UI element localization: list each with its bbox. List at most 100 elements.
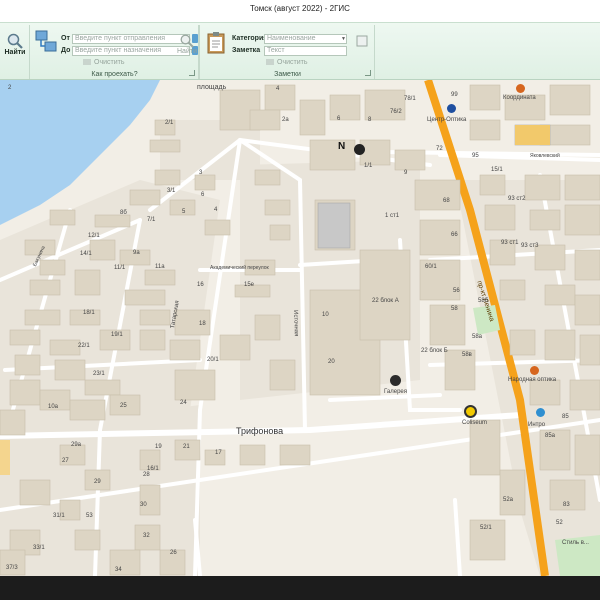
house-number: 52 — [556, 520, 563, 526]
compass-icon[interactable] — [354, 144, 365, 155]
search-button-label: Найти — [4, 49, 26, 56]
street-label-square: площадь — [197, 84, 227, 91]
street-label-akademicheskiy: Академический переулок — [210, 265, 269, 271]
place-label-koordinata: Координата — [503, 95, 536, 101]
optics-icon[interactable] — [447, 104, 456, 113]
house-number: 93 ст1 — [501, 240, 519, 246]
route-icon — [35, 30, 57, 52]
house-number: 8 — [368, 117, 372, 123]
house-number: 7/1 — [147, 217, 156, 223]
street-label-istochnaya: Источная — [292, 310, 299, 337]
street-label-trifonova: Трифонова — [236, 426, 284, 436]
house-number: 27 — [62, 458, 69, 464]
house-number: 29 — [94, 479, 101, 485]
place-label-stil: Стиль в... — [562, 540, 589, 546]
place-label-narodnaya-optika: Народная оптика — [508, 377, 557, 383]
house-number: 24 — [180, 400, 187, 406]
house-number: 58в — [462, 352, 472, 358]
house-number: 6 — [201, 192, 205, 198]
note-category-label: Категория — [232, 35, 268, 42]
route-to-input[interactable]: Введите пункт назначения — [72, 46, 190, 56]
note-add-button[interactable] — [351, 34, 373, 48]
note-text-label: Заметка — [232, 47, 261, 54]
search-group: Найти — [0, 25, 30, 79]
house-number: 11а — [155, 264, 165, 270]
house-number: 10 — [322, 312, 329, 318]
note-text-input[interactable]: Текст — [264, 46, 347, 56]
house-number: 22/1 — [78, 343, 90, 349]
house-number: 60/1 — [425, 264, 437, 270]
note-clear-button[interactable]: Очистить — [266, 59, 307, 66]
house-number: 12/1 — [88, 233, 100, 239]
window-title: Томск (август 2022) - 2ГИС — [250, 4, 350, 13]
notes-group-label: Заметки — [274, 71, 301, 78]
house-number: 4 — [214, 207, 218, 213]
house-number: 29а — [71, 442, 82, 448]
house-number: 22 блок Б — [421, 348, 448, 354]
house-number: 85а — [545, 433, 556, 439]
route-clear-button[interactable]: Очистить — [83, 59, 124, 66]
house-number: 56 — [453, 288, 460, 294]
house-number: 17 — [215, 450, 222, 456]
house-number: 31/1 — [53, 513, 65, 519]
house-number: 26 — [170, 550, 177, 556]
magnifier-icon — [7, 33, 23, 49]
house-number: 15/1 — [491, 167, 503, 173]
house-number: 3 — [199, 170, 203, 176]
house-number: 11/1 — [114, 265, 126, 271]
house-number: 85 — [562, 414, 569, 420]
store-icon[interactable] — [516, 84, 525, 93]
fire-icon[interactable] — [390, 375, 401, 386]
house-number: 78/1 — [404, 96, 416, 102]
house-number: 5 — [182, 209, 186, 215]
pharmacy-icon[interactable] — [536, 408, 545, 417]
house-number: 18 — [199, 321, 206, 327]
notes-dialog-launcher[interactable] — [365, 70, 371, 76]
house-number: 34 — [115, 567, 122, 573]
house-number: 2/1 — [165, 120, 174, 126]
place-label-coliseum: Coliseum — [462, 420, 488, 426]
house-number: 19/1 — [111, 332, 123, 338]
store-icon[interactable] — [530, 366, 539, 375]
route-to-label: До — [61, 47, 71, 54]
house-number: 15е — [244, 282, 255, 288]
cinema-icon[interactable] — [464, 405, 477, 418]
chevron-down-icon[interactable]: ▼ — [341, 36, 346, 42]
house-number: 53 — [86, 513, 93, 519]
map-view[interactable]: Трифонова площадь пр-кт Ленина Татарская… — [0, 80, 600, 576]
route-find-group: Найти — [174, 25, 200, 79]
house-number: 2 — [8, 85, 12, 91]
search-button[interactable]: Найти — [1, 33, 29, 56]
place-label-intro: Интро — [528, 422, 546, 428]
house-number: 18/1 — [83, 310, 95, 316]
window-title-bar: Томск (август 2022) - 2ГИС — [0, 0, 600, 22]
house-number: 25 — [120, 403, 127, 409]
house-number: 9а — [133, 250, 140, 256]
route-group-label: Как проехать? — [91, 71, 138, 78]
house-number: 23/1 — [93, 371, 105, 377]
route-find-label: Найти — [177, 48, 197, 55]
route-find-button[interactable]: Найти — [174, 34, 200, 55]
house-number: 33/1 — [33, 545, 45, 551]
place-label-centr-optika: Центр-Оптика — [427, 117, 467, 123]
house-number: 83 — [563, 502, 570, 508]
house-number: 28 — [143, 472, 150, 478]
house-number: 76/2 — [390, 109, 402, 115]
house-number: 66 — [451, 232, 458, 238]
house-number: 4 — [276, 86, 280, 92]
eraser-icon — [83, 59, 91, 66]
house-number: 8б — [120, 210, 127, 216]
house-number: 9 — [404, 170, 408, 176]
taskbar — [0, 576, 600, 600]
note-clear-label: Очистить — [277, 59, 308, 66]
route-from-input[interactable]: Введите пункт отправления — [72, 34, 190, 44]
street-label-yakovlevskiy: Яковлевский — [530, 153, 560, 159]
house-number: 72 — [436, 146, 443, 152]
house-number: 37/3 — [6, 565, 18, 571]
house-number: 10а — [48, 404, 59, 410]
house-number: 58б — [478, 298, 489, 304]
house-number: 93 ст3 — [521, 243, 539, 249]
note-category-select[interactable]: Наименование — [264, 34, 347, 44]
place-label-galereya: Галерея — [384, 389, 408, 395]
house-number: 32 — [143, 533, 150, 539]
